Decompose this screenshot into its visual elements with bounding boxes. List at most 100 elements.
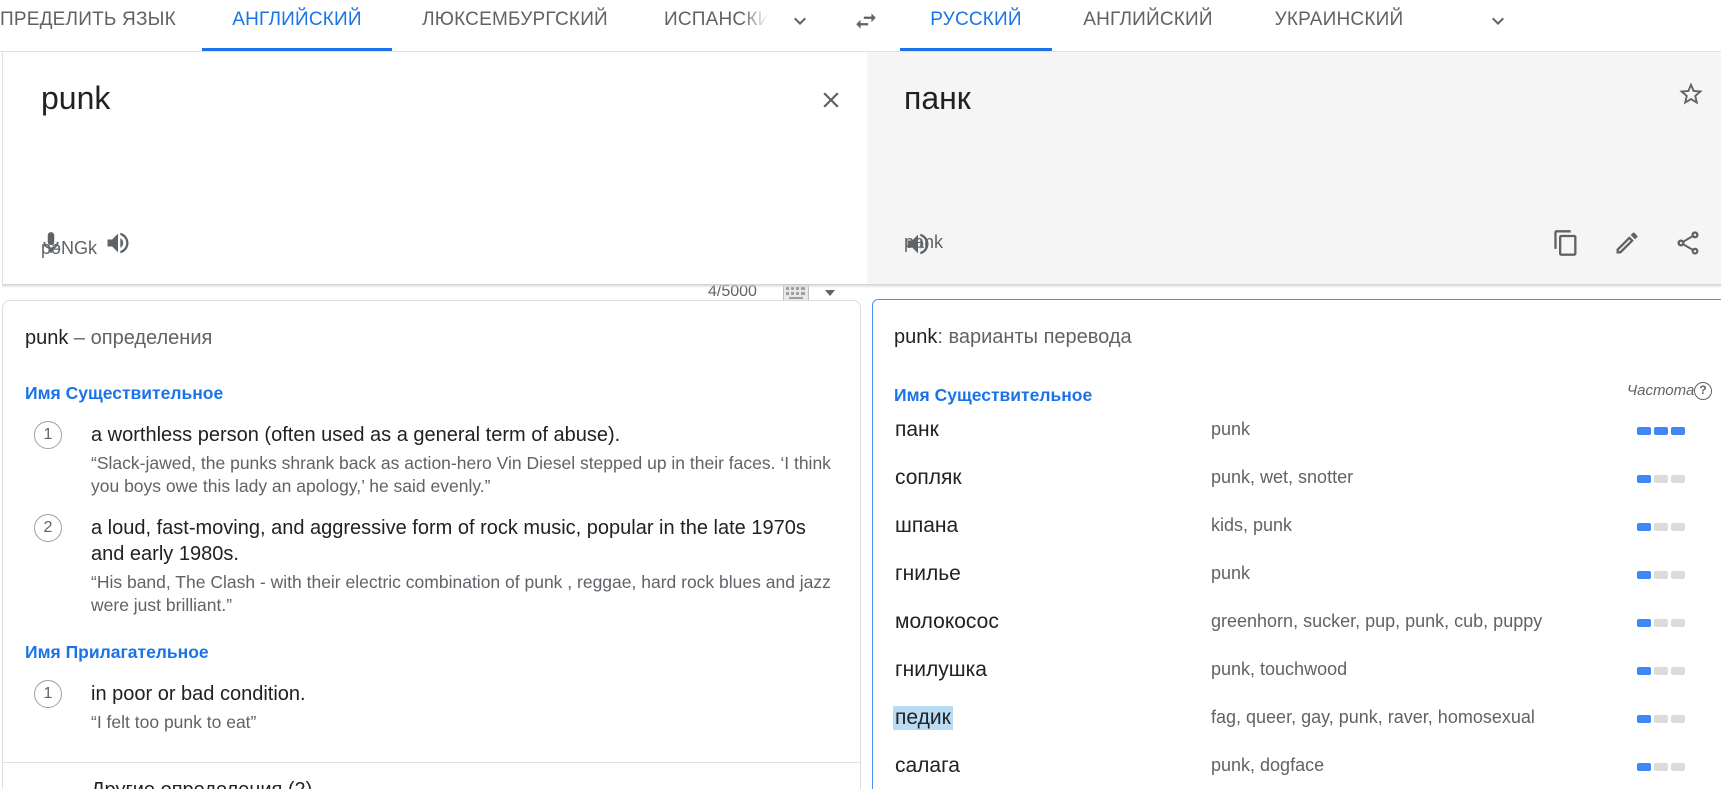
share-translation-button[interactable] — [1668, 223, 1708, 263]
listen-source-button[interactable] — [98, 223, 138, 263]
frequency-indicator — [1637, 571, 1685, 579]
translation-term[interactable]: сопляк — [893, 466, 964, 490]
suggest-edit-button[interactable] — [1607, 223, 1647, 263]
source-text-input[interactable]: punk — [41, 80, 110, 117]
speaker-icon — [107, 232, 129, 254]
translation-row: сопляк punk, wet, snotter — [893, 466, 1721, 514]
copy-icon — [1554, 230, 1577, 256]
translation-row: шпана kids, punk — [893, 514, 1721, 562]
frequency-bar — [1671, 427, 1685, 435]
definitions-card: punk – определения Имя Существительное 1… — [2, 300, 861, 789]
definitions-title: punk – определения — [25, 327, 212, 350]
translations-word: punk — [894, 326, 938, 348]
definition-number: 1 — [34, 421, 62, 449]
back-translations: punk, wet, snotter — [1211, 467, 1354, 487]
part-of-speech-noun: Имя Существительное — [894, 385, 1093, 405]
translations-title: punk: варианты перевода — [894, 326, 1132, 349]
swap-icon — [856, 13, 876, 29]
help-icon[interactable]: ? — [1694, 382, 1712, 400]
frequency-bar — [1637, 619, 1651, 627]
frequency-bar — [1671, 763, 1685, 771]
tab-source-spanish[interactable]: ИСПАНСКИЙ — [664, 0, 768, 51]
definition-number: 1 — [34, 680, 62, 708]
more-definitions-button[interactable]: Другие определения (2) — [91, 779, 312, 789]
frequency-bar — [1671, 715, 1685, 723]
frequency-label: Частота — [1627, 382, 1695, 399]
frequency-indicator — [1637, 763, 1685, 771]
part-of-speech-adjective: Имя Прилагательное — [25, 642, 209, 662]
definitions-word: punk — [25, 327, 69, 349]
back-translations: punk, touchwood — [1211, 659, 1348, 679]
target-lang-more-button[interactable] — [1483, 6, 1513, 36]
tab-target-russian[interactable]: РУССКИЙ — [900, 0, 1052, 51]
frequency-indicator — [1637, 619, 1685, 627]
frequency-bar — [1637, 571, 1651, 579]
translation-row: педик fag, queer, gay, punk, raver, homos… — [893, 706, 1721, 754]
tab-detect-language[interactable]: ПРЕДЕЛИТЬ ЯЗЫК — [0, 0, 178, 51]
definition-example: “I felt too punk to eat” — [91, 712, 257, 732]
pencil-icon — [1616, 232, 1638, 254]
listen-translation-button[interactable] — [898, 224, 938, 264]
frequency-bar — [1671, 667, 1685, 675]
definition-example: “Slack-jawed, the punks shrank back as a… — [91, 453, 831, 496]
tab-source-luxembourgish[interactable]: ЛЮКСЕМБУРГСКИЙ — [410, 0, 620, 51]
chevron-down-icon — [1492, 17, 1504, 25]
back-translations: kids, punk — [1211, 515, 1293, 535]
close-icon — [823, 92, 839, 108]
frequency-bar — [1671, 475, 1685, 483]
frequency-indicator — [1637, 715, 1685, 723]
tab-target-english[interactable]: АНГЛИЙСКИЙ — [1068, 0, 1228, 51]
frequency-bar — [1654, 763, 1668, 771]
panel-shadow — [2, 284, 1721, 288]
back-translations: punk — [1211, 419, 1251, 439]
source-panel: punk pəNGk 4/5000 — [2, 52, 867, 302]
definition-text: a loud, fast-moving, and aggressive form… — [91, 517, 806, 565]
frequency-bar — [1637, 763, 1651, 771]
back-translations: punk — [1211, 563, 1251, 583]
frequency-indicator — [1637, 523, 1685, 531]
tab-target-ukrainian[interactable]: УКРАИНСКИЙ — [1254, 0, 1424, 51]
target-panel: панк pank — [867, 52, 1721, 284]
clear-source-button[interactable] — [811, 80, 851, 120]
translation-output: панк — [904, 80, 971, 116]
frequency-bar — [1654, 715, 1668, 723]
frequency-bar — [1654, 619, 1668, 627]
translation-row: панк punk — [893, 418, 1721, 466]
frequency-bar — [1637, 523, 1651, 531]
definition-example: “His band, The Clash - with their electr… — [91, 572, 831, 615]
chevron-down-icon — [794, 17, 806, 25]
back-translations: fag, queer, gay, punk, raver, homosexual — [1211, 707, 1535, 727]
frequency-bar — [1637, 667, 1651, 675]
speaker-icon — [907, 233, 929, 255]
definition-text: in poor or bad condition. — [91, 683, 306, 705]
frequency-bar — [1654, 667, 1668, 675]
share-icon — [1677, 231, 1699, 255]
source-lang-more-button[interactable] — [785, 6, 815, 36]
back-translations: greenhorn, sucker, pup, punk, cub, puppy — [1211, 611, 1543, 631]
copy-translation-button[interactable] — [1546, 223, 1586, 263]
frequency-bar — [1637, 715, 1651, 723]
input-tools-dropdown[interactable] — [825, 290, 835, 296]
translation-row: салага punk, dogface — [893, 754, 1721, 789]
translation-row: молокосос greenhorn, sucker, pup, punk, c… — [893, 610, 1721, 658]
frequency-bar — [1654, 475, 1668, 483]
save-translation-button[interactable] — [1671, 74, 1711, 114]
frequency-bar — [1671, 523, 1685, 531]
frequency-bar — [1654, 523, 1668, 531]
swap-languages-button[interactable] — [851, 6, 881, 36]
translations-card: punk: варианты перевода Имя Существитель… — [872, 299, 1721, 789]
frequency-bar — [1637, 475, 1651, 483]
translation-term[interactable]: гнилушка — [893, 658, 989, 682]
voice-input-button[interactable] — [31, 223, 71, 263]
translation-term[interactable]: гнилье — [893, 562, 963, 586]
translation-term[interactable]: молокосос — [893, 610, 1001, 634]
frequency-indicator — [1637, 667, 1685, 675]
translation-term[interactable]: шпана — [893, 514, 960, 538]
language-bar: ПРЕДЕЛИТЬ ЯЗЫК АНГЛИЙСКИЙ ЛЮКСЕМБУРГСКИЙ… — [0, 0, 1721, 52]
translations-title-suffix: : варианты перевода — [937, 326, 1132, 348]
part-of-speech-noun: Имя Существительное — [25, 383, 224, 403]
translation-term[interactable]: панк — [893, 418, 941, 442]
translation-term[interactable]: педик — [893, 706, 953, 730]
tab-source-english[interactable]: АНГЛИЙСКИЙ — [202, 0, 392, 51]
translation-term[interactable]: салага — [893, 754, 962, 778]
